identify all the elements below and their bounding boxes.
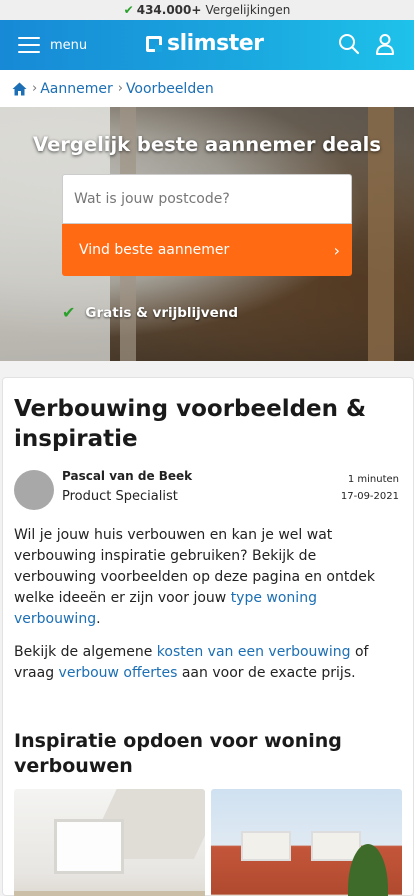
author-block: Pascal van de Beek Product Specialist 1 … (14, 469, 402, 513)
chevron-right-icon: › (117, 81, 123, 96)
read-time: 1 minuten (347, 474, 399, 485)
find-contractor-button[interactable]: Vind beste aannemer › (62, 224, 352, 276)
author-name[interactable]: Pascal van de Beek (62, 469, 192, 483)
user-icon[interactable] (374, 33, 396, 55)
menu-button[interactable]: menu (18, 37, 87, 53)
slimster-logo[interactable]: slimster (146, 31, 264, 56)
logo-mark-icon (146, 35, 162, 52)
postcode-input[interactable] (62, 174, 352, 224)
costs-text-start: Bekijk de algemene (14, 644, 157, 660)
publish-date: 17-09-2021 (340, 491, 399, 502)
avatar (14, 470, 54, 510)
inspiration-tile-dormer[interactable] (211, 789, 402, 896)
hamburger-icon (18, 37, 40, 53)
site-header: menu slimster (0, 20, 414, 70)
section-title: Inspiratie opdoen voor woning verbouwen (14, 730, 342, 777)
breadcrumb-item-aannemer[interactable]: Aannemer (40, 81, 113, 97)
chevron-right-icon: › (333, 241, 340, 260)
search-icon[interactable] (338, 33, 360, 55)
page-title: Verbouwing voorbeelden & inspiratie (14, 396, 367, 452)
home-icon[interactable] (12, 82, 27, 96)
inspiration-tile-attic[interactable] (14, 789, 205, 896)
check-icon: ✔ (123, 3, 134, 17)
chevron-right-icon: › (32, 81, 38, 96)
intro-end: . (96, 611, 101, 627)
breadcrumb-item-voorbeelden[interactable]: Voorbeelden (126, 81, 214, 97)
breadcrumb: › Aannemer › Voorbeelden (0, 70, 414, 107)
article-card: Verbouwing voorbeelden & inspiratie Pasc… (2, 377, 414, 896)
costs-paragraph: Bekijk de algemene kosten van een verbou… (14, 642, 402, 684)
find-contractor-label: Vind beste aannemer (79, 242, 230, 258)
comparison-count: 434.000+ (136, 3, 202, 17)
hero-title: Vergelijk beste aannemer deals (33, 133, 381, 156)
comparison-label: Vergelijkingen (205, 3, 291, 17)
intro-paragraph: Wil je jouw huis verbouwen en kan je wel… (14, 525, 402, 630)
top-strip: ✔ 434.000+ Vergelijkingen (0, 0, 414, 20)
renovation-quotes-link[interactable]: verbouw offertes (59, 665, 178, 681)
logo-text: slimster (167, 31, 264, 56)
inspiration-tiles (14, 789, 402, 896)
check-icon: ✔ (62, 303, 76, 322)
hero-banner: Vergelijk beste aannemer deals Vind best… (0, 107, 414, 361)
renovation-costs-link[interactable]: kosten van een verbouwing (157, 644, 351, 660)
free-label: Gratis & vrijblijvend (85, 304, 239, 321)
free-notice: ✔ Gratis & vrijblijvend (62, 303, 238, 322)
article-meta: 1 minuten 17-09-2021 (341, 471, 399, 505)
author-role: Product Specialist (62, 489, 178, 504)
intro-text: Wil je jouw huis verbouwen en kan je wel… (14, 527, 375, 606)
menu-label: menu (50, 37, 88, 53)
costs-text-end: aan voor de exacte prijs. (177, 665, 356, 681)
